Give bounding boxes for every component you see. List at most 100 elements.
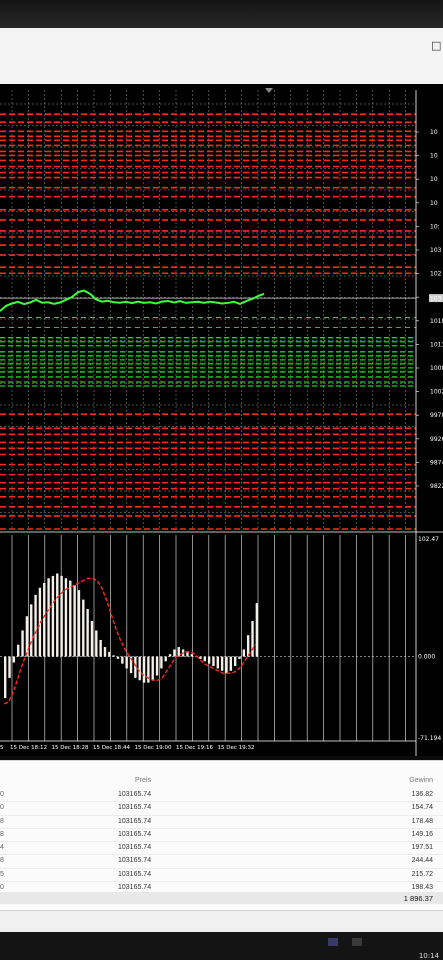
histogram-bar [69, 580, 72, 657]
chart-area[interactable]: 1010101010:10310210210181013100810029978… [0, 84, 443, 756]
table-row[interactable]: 8 103165.74 149.16 [0, 829, 443, 843]
row-id: 5 [0, 870, 4, 878]
total-gewinn: 1 896.37 [403, 894, 433, 903]
histogram-bar [203, 656, 206, 662]
row-preis: 103165.74 [118, 830, 152, 838]
taskbar: 10:14 [0, 932, 443, 960]
histogram-bar [251, 620, 254, 657]
table-row[interactable]: 5 103165.74 215.72 [0, 869, 443, 883]
x-tick-label: 15 Dec 19:00 [135, 745, 172, 751]
histogram-bar [242, 649, 246, 657]
histogram-bar [233, 656, 237, 667]
histogram-bar [108, 651, 111, 657]
histogram-bar [77, 590, 81, 657]
histogram-bar [121, 656, 124, 664]
y-tick-label: 102 [430, 271, 442, 278]
row-preis: 103165.74 [118, 817, 152, 825]
trade-list: 0 103165.74 136.82 0 103165.74 154.74 8 103165.… [0, 789, 443, 896]
row-preis: 103165.74 [118, 884, 152, 892]
histogram-bar [199, 656, 202, 659]
histogram-bar [12, 656, 16, 663]
histogram-bar [95, 630, 98, 657]
histogram-bar [99, 639, 102, 657]
table-row[interactable]: 8 103165.74 244.44 [0, 855, 443, 869]
y-tick-label: 10 [430, 129, 438, 136]
status-area [0, 910, 443, 933]
row-id: 0 [0, 804, 4, 812]
table-row[interactable]: 0 103165.74 154.74 [0, 802, 443, 816]
row-preis: 103165.74 [118, 804, 152, 812]
histogram-bar [60, 575, 63, 657]
row-gewinn: 215.72 [411, 870, 433, 878]
row-id: 0 [0, 791, 4, 798]
histogram-bar [82, 599, 85, 657]
histogram-bar [51, 575, 55, 657]
histogram-bar [216, 656, 219, 669]
x-tick-label: 15 Dec 19:32 [218, 745, 255, 751]
histogram-bar [8, 656, 11, 678]
table-row[interactable]: 8 103165.74 178.48 [0, 816, 443, 829]
histogram-bar [125, 656, 128, 669]
row-preis: 103165.74 [118, 870, 152, 878]
y-tick-label: 99263 [430, 436, 443, 443]
y-tick-label: 10 [430, 176, 438, 183]
histogram-bar [73, 585, 76, 657]
y-tick-label: 1018 [430, 318, 443, 325]
row-preis: 103165.74 [118, 791, 152, 798]
histogram-bar [47, 578, 50, 657]
histogram-bar [220, 656, 224, 671]
row-id: 8 [0, 830, 4, 838]
y-tick-label: 98746 [430, 459, 443, 466]
histogram-bar [43, 583, 46, 657]
row-id: 0 [0, 884, 4, 892]
close-icon[interactable]: □ [431, 40, 441, 52]
histogram-bar [17, 644, 20, 657]
histogram-bar [255, 603, 259, 657]
row-gewinn: 198.43 [411, 884, 433, 892]
histogram-bar [103, 647, 107, 657]
y-tick-label: 10 [430, 200, 438, 207]
tray-app-icon[interactable] [352, 938, 362, 946]
histogram-bar [238, 656, 241, 659]
osc-y-tick-label: 102.47 [418, 536, 439, 543]
histogram-bar [134, 656, 137, 678]
clock: 10:14 [418, 952, 439, 960]
header-preis[interactable]: Preis [135, 777, 151, 784]
histogram-bar [212, 656, 215, 667]
row-gewinn: 178.48 [411, 817, 433, 825]
row-id: 8 [0, 817, 4, 825]
histogram-bar [155, 656, 159, 676]
histogram-bar [112, 655, 115, 657]
row-gewinn: 197.51 [411, 844, 433, 852]
histogram-bar [168, 654, 172, 657]
y-tick-label: 103 [430, 247, 442, 254]
histogram-bar [34, 594, 37, 657]
row-gewinn: 244.44 [411, 857, 433, 865]
row-id: 4 [0, 844, 4, 852]
osc-y-tick-label: -71.194 [418, 735, 441, 742]
histogram-bar [160, 656, 163, 669]
x-tick-label: 15 Dec 18:28 [52, 745, 89, 751]
y-tick-label: 99780 [430, 412, 443, 419]
row-gewinn: 149.16 [411, 830, 433, 838]
row-gewinn: 136.82 [411, 791, 433, 798]
header-gewinn[interactable]: Gewinn [409, 777, 433, 784]
histogram-bar [151, 656, 154, 681]
price-label: 103 [430, 296, 442, 303]
histogram-bar [164, 656, 167, 662]
row-id: 8 [0, 857, 4, 865]
histogram-bar [207, 656, 211, 664]
y-tick-label: 10 [430, 153, 438, 160]
table-row[interactable]: 0 103165.74 136.82 [0, 789, 443, 803]
histogram-bar [186, 651, 189, 657]
row-gewinn: 154.74 [411, 804, 433, 812]
tray-app-icon[interactable] [328, 938, 338, 946]
screenshot: □ 1010101010:103102102101810131008100299… [0, 0, 443, 960]
x-tick-label: 15 Dec 18:44 [93, 745, 130, 751]
histogram-bar [90, 620, 94, 657]
total-row: 1 896.37 [0, 892, 443, 904]
x-tick-label: 15 Dec 18:12 [10, 745, 47, 751]
x-tick-label: 5 [0, 745, 4, 751]
table-row[interactable]: 4 103165.74 197.51 [0, 842, 443, 856]
row-preis: 103165.74 [118, 857, 152, 865]
